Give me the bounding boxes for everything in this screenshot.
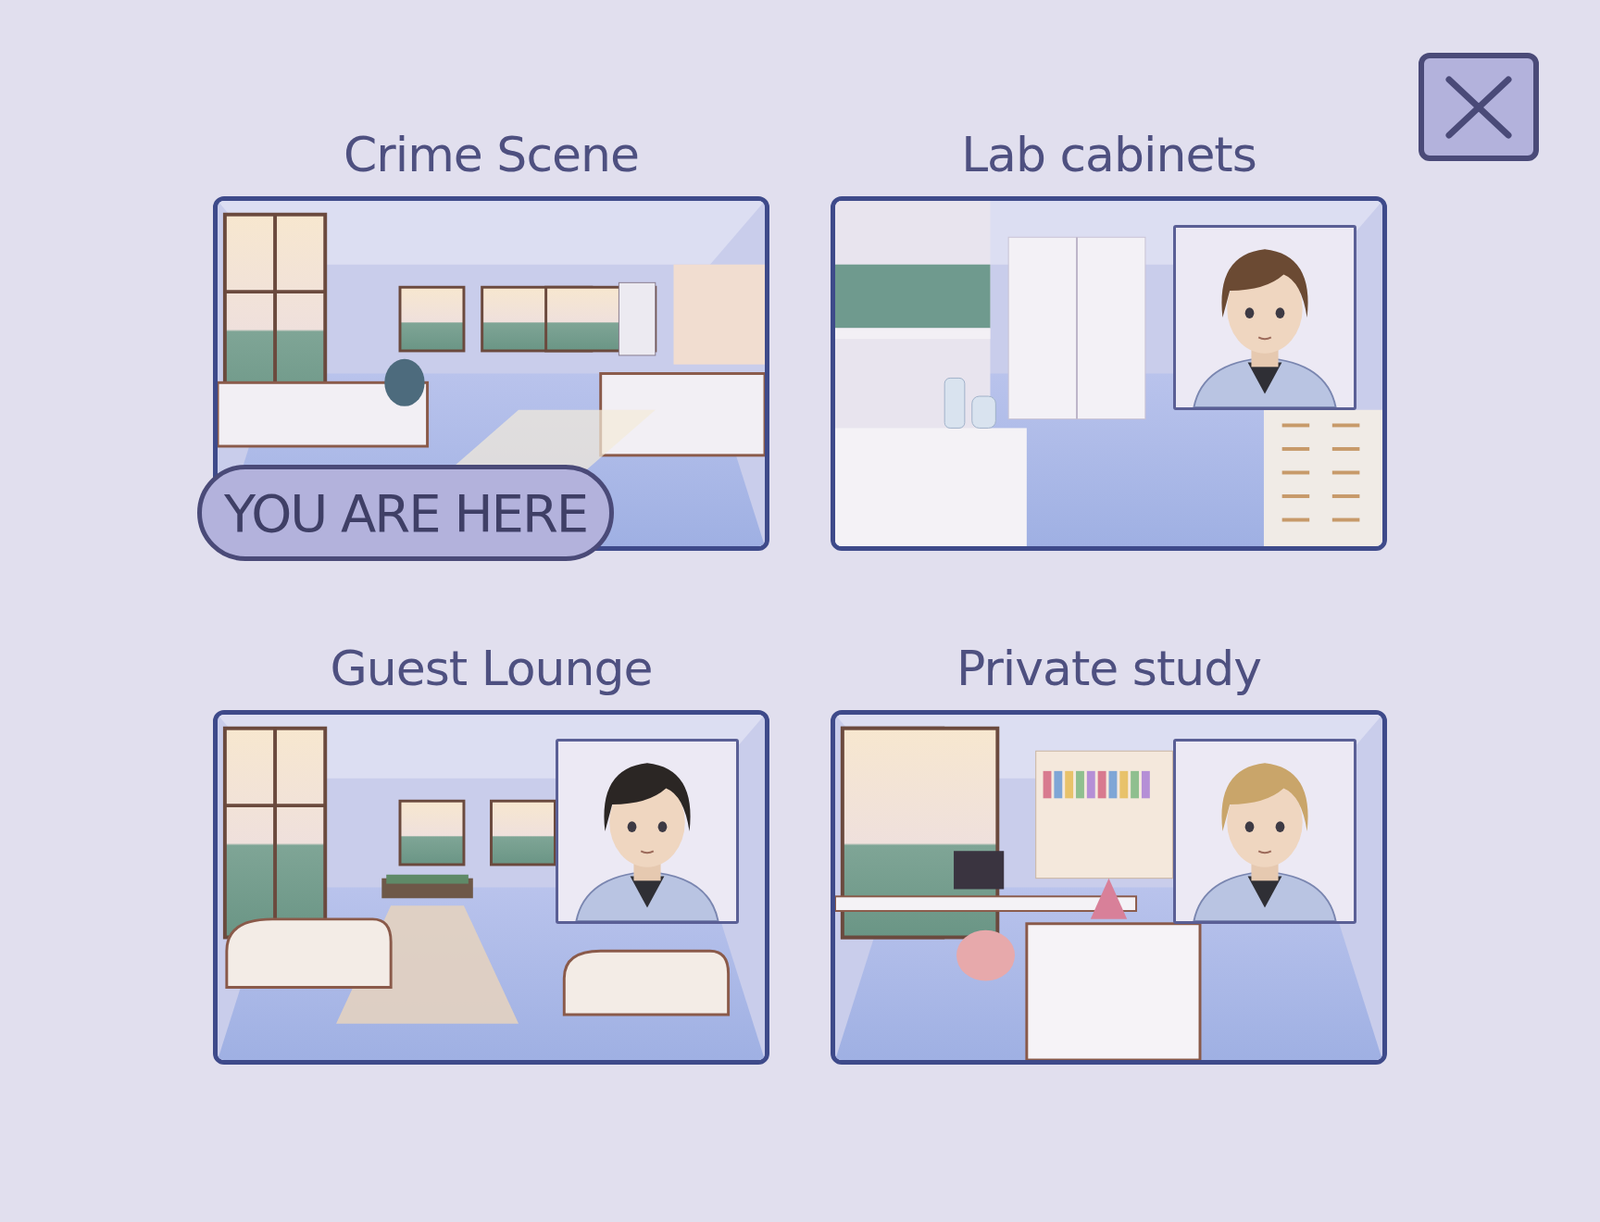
location-cell: Guest Lounge	[212, 636, 770, 1065]
location-card[interactable]	[212, 710, 770, 1065]
location-cell: Lab cabinets	[830, 122, 1388, 551]
character-icon	[1175, 741, 1354, 922]
character-icon	[1175, 227, 1354, 408]
location-cell: Crime Scene YOU ARE HERE	[212, 122, 770, 551]
location-card[interactable]	[830, 196, 1388, 551]
location-card[interactable]: YOU ARE HERE	[212, 196, 770, 551]
close-icon	[1439, 72, 1518, 143]
location-cell: Private study	[830, 636, 1388, 1065]
character-portrait	[1173, 738, 1357, 925]
location-title: Crime Scene	[343, 122, 639, 188]
current-location-badge: YOU ARE HERE	[197, 464, 614, 562]
character-portrait	[1173, 225, 1357, 411]
location-title: Lab cabinets	[961, 122, 1257, 188]
location-title: Guest Lounge	[329, 636, 652, 701]
location-card[interactable]	[830, 710, 1388, 1065]
character-icon	[558, 741, 737, 922]
character-portrait	[555, 738, 739, 925]
location-title: Private study	[956, 636, 1262, 701]
location-grid: Crime Scene YOU ARE HERE Lab cabinets Guest…	[212, 122, 1388, 1065]
close-button[interactable]	[1418, 52, 1539, 162]
